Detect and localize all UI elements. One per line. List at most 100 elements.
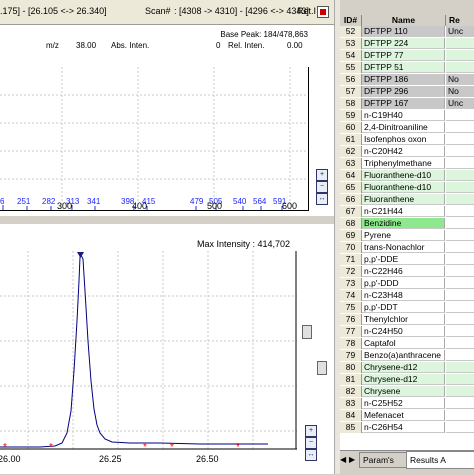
- record-icon: [320, 9, 326, 15]
- row-name: Benzo(a)anthracene: [362, 350, 445, 361]
- row-id: 63: [340, 158, 362, 169]
- row-name: Fluoranthene-d10: [362, 170, 445, 181]
- row-name: Pyrene: [362, 230, 445, 241]
- table-row[interactable]: 55 DFTPP 51: [340, 62, 474, 73]
- peak-label: 479: [190, 197, 204, 206]
- ret-label: Ret.I: [297, 6, 317, 16]
- table-row[interactable]: 75 p,p'-DDT: [340, 302, 474, 313]
- table-row[interactable]: 58 DFTPP 167 Unc: [340, 98, 474, 109]
- col-header-id[interactable]: ID#: [340, 15, 362, 26]
- row-name: n-C25H52: [362, 398, 445, 409]
- table-row[interactable]: 61 Isofenphos oxon: [340, 134, 474, 145]
- row-result: [446, 314, 474, 325]
- scroll-handle[interactable]: [317, 361, 327, 375]
- table-row[interactable]: 79 Benzo(a)anthracene: [340, 350, 474, 361]
- zoom-fit-icon[interactable]: ↔: [305, 449, 317, 461]
- table-row[interactable]: 80 Chrysene-d12: [340, 362, 474, 373]
- scroll-handle[interactable]: [302, 325, 312, 339]
- row-result: [446, 218, 474, 229]
- row-result: [446, 254, 474, 265]
- row-result: [446, 398, 474, 409]
- table-row[interactable]: 62 n-C20H42: [340, 146, 474, 157]
- table-row[interactable]: 70 trans-Nonachlor: [340, 242, 474, 253]
- table-row[interactable]: 84 Mefenacet: [340, 410, 474, 421]
- table-row[interactable]: 85 n-C26H54: [340, 422, 474, 433]
- table-row[interactable]: 52 DFTPP 110 Unc: [340, 26, 474, 37]
- zoom-in-icon[interactable]: +: [305, 425, 317, 437]
- mz-value: 38.00: [76, 41, 97, 50]
- record-button[interactable]: [317, 6, 329, 18]
- tab-params[interactable]: Param's: [359, 452, 408, 468]
- header-row: ID# Name Re: [340, 15, 474, 26]
- row-id: 54: [340, 50, 362, 61]
- row-id: 59: [340, 110, 362, 121]
- chromatogram-panel: Max Intensity : 414,702 * * * * * 26.00 26.…: [0, 224, 334, 474]
- max-intensity: Max Intensity : 414,702: [197, 239, 291, 249]
- tab-scroll-left-icon[interactable]: ◀: [340, 455, 348, 465]
- table-row[interactable]: 82 Chrysene: [340, 386, 474, 397]
- table-row[interactable]: 57 DFTPP 296 No: [340, 86, 474, 97]
- table-row[interactable]: 53 DFTPP 224: [340, 38, 474, 49]
- svg-text:*: *: [49, 442, 53, 451]
- table-row[interactable]: 67 n-C21H44: [340, 206, 474, 217]
- row-name: DFTPP 224: [362, 38, 445, 49]
- table-row[interactable]: 72 n-C22H46: [340, 266, 474, 277]
- zoom-in-icon[interactable]: +: [316, 169, 328, 181]
- chromatogram-plot[interactable]: * * * * *: [0, 251, 297, 451]
- table-row[interactable]: 71 p,p'-DDE: [340, 254, 474, 265]
- peak-label: 282: [42, 197, 56, 206]
- spectrum-plot[interactable]: 6 251 282 313 341 398 415 479 505 540 56…: [0, 67, 309, 211]
- row-id: 77: [340, 326, 362, 337]
- zoom-out-icon[interactable]: −: [316, 181, 328, 193]
- table-row[interactable]: 73 p,p'-DDD: [340, 278, 474, 289]
- row-name: Benzidine: [362, 218, 445, 229]
- table-row[interactable]: 54 DFTPP 77: [340, 50, 474, 61]
- row-name: Mefenacet: [362, 410, 445, 421]
- row-result: [446, 50, 474, 61]
- x-tick-label: 400: [132, 201, 148, 211]
- row-name: Triphenylmethane: [362, 158, 445, 169]
- tab-scroll-right-icon[interactable]: ▶: [349, 455, 357, 465]
- row-name: n-C22H46: [362, 266, 445, 277]
- table-row[interactable]: 68 Benzidine: [340, 218, 474, 229]
- table-row[interactable]: 63 Triphenylmethane: [340, 158, 474, 169]
- col-header-name[interactable]: Name: [362, 15, 446, 26]
- row-id: 69: [340, 230, 362, 241]
- table-body: 52 DFTPP 110 Unc 53 DFTPP 224 54 DFTPP 77 55 DFT…: [340, 26, 474, 450]
- row-result: No: [446, 74, 474, 85]
- row-name: n-C21H44: [362, 206, 445, 217]
- zoom-fit-icon[interactable]: ↔: [316, 193, 328, 205]
- abs-inten-label: Abs. Inten.: [111, 41, 150, 50]
- x-tick-label: 600: [282, 201, 298, 211]
- table-row[interactable]: 59 n-C19H40: [340, 110, 474, 121]
- table-row[interactable]: 78 Captafol: [340, 338, 474, 349]
- table-row[interactable]: 74 n-C23H48: [340, 290, 474, 301]
- tab-results[interactable]: Results A: [406, 451, 474, 469]
- row-result: [446, 326, 474, 337]
- zoom-out-icon[interactable]: −: [305, 437, 317, 449]
- table-row[interactable]: 65 Fluoranthene-d10: [340, 182, 474, 193]
- table-row[interactable]: 81 Chrysene-d12: [340, 374, 474, 385]
- peak-label: 251: [17, 197, 31, 206]
- peak-top-marker: [77, 252, 84, 258]
- row-id: 64: [340, 170, 362, 181]
- table-row[interactable]: 56 DFTPP 186 No: [340, 74, 474, 85]
- table-row[interactable]: 69 Pyrene: [340, 230, 474, 241]
- table-row[interactable]: 64 Fluoranthene-d10: [340, 170, 474, 181]
- spectrum-grid: [0, 67, 308, 210]
- table-row[interactable]: 77 n-C24H50: [340, 326, 474, 337]
- table-row[interactable]: 83 n-C25H52: [340, 398, 474, 409]
- col-header-result[interactable]: Re: [446, 15, 474, 26]
- row-result: [446, 422, 474, 433]
- rel-inten-label: Rel. Inten.: [228, 41, 265, 50]
- table-row[interactable]: 60 2,4-Dinitroaniline: [340, 122, 474, 133]
- row-id: 71: [340, 254, 362, 265]
- table-row[interactable]: 66 Fluoranthene: [340, 194, 474, 205]
- row-name: Chrysene-d12: [362, 362, 445, 373]
- svg-text:*: *: [170, 442, 174, 451]
- row-result: [446, 374, 474, 385]
- row-id: 73: [340, 278, 362, 289]
- x-tick-label: 500: [207, 201, 223, 211]
- row-result: [446, 158, 474, 169]
- table-row[interactable]: 76 Thenylchlor: [340, 314, 474, 325]
